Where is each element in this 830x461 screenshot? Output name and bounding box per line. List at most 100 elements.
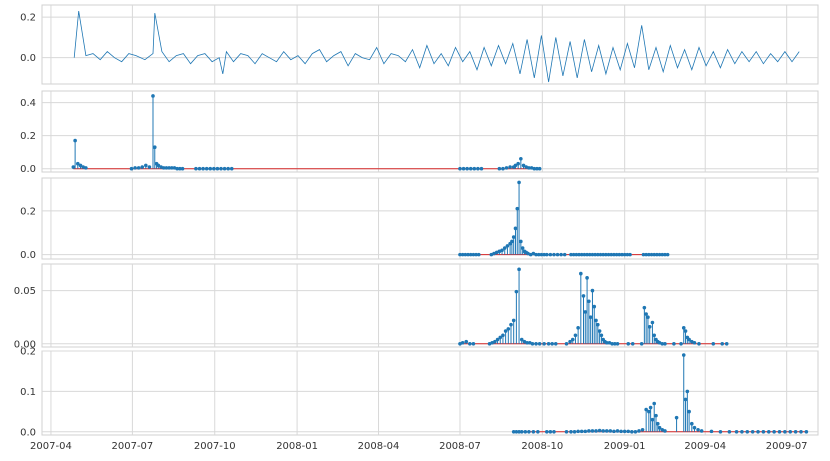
- panel-5: 0.0 0.1 0.2: [20, 347, 819, 438]
- stem-marker: [681, 353, 686, 357]
- panel-3: 0.0 0.2: [20, 177, 819, 261]
- panel-2: 0.0 0.2 0.4: [20, 90, 819, 175]
- stem-marker: [515, 206, 520, 211]
- stem-marker: [212, 166, 216, 171]
- stem-marker: [519, 239, 523, 244]
- x-tick-label: 2008-07: [439, 441, 481, 452]
- stem-marker: [689, 421, 694, 426]
- stem-marker: [460, 340, 465, 345]
- stem-marker: [545, 429, 549, 434]
- stem-marker: [514, 289, 519, 294]
- stem-marker: [545, 252, 549, 257]
- stem-marker: [692, 425, 697, 430]
- stem-marker: [652, 401, 657, 406]
- x-tick-label: 2008-01: [276, 441, 318, 452]
- stem-marker: [509, 322, 513, 327]
- stem-marker: [711, 342, 716, 346]
- stem-marker: [583, 310, 588, 314]
- stem-marker: [604, 429, 609, 433]
- stem-marker: [559, 252, 563, 257]
- y-tick-label: 0.0: [20, 427, 36, 438]
- stem-marker: [679, 342, 683, 346]
- stem-marker: [799, 429, 803, 434]
- stem-marker: [581, 294, 586, 298]
- stem-marker: [663, 429, 667, 433]
- stem-marker: [573, 333, 578, 338]
- stem-marker: [685, 389, 690, 394]
- stem-marker: [683, 329, 688, 333]
- stem-marker: [597, 329, 602, 333]
- stem-marker: [672, 342, 676, 346]
- stem-marker: [579, 429, 584, 434]
- stem-marker: [652, 333, 657, 338]
- stem-marker: [513, 226, 518, 231]
- stem-marker: [219, 166, 223, 171]
- stem-marker: [537, 342, 542, 346]
- figure: 0.00.20.00.20.40.00.20.000.050.00.10.220…: [14, 4, 819, 452]
- plot-area: [41, 90, 819, 173]
- stem-marker: [548, 252, 553, 257]
- stem-marker: [531, 429, 536, 434]
- stem-marker: [681, 326, 686, 330]
- stem-marker: [594, 318, 598, 323]
- stem-marker: [619, 429, 623, 434]
- stem-marker: [637, 429, 641, 433]
- stem-marker: [511, 235, 516, 239]
- stem-marker: [630, 429, 634, 434]
- stem-marker: [650, 320, 655, 325]
- stem-marker: [572, 429, 577, 434]
- stem-marker: [756, 429, 760, 434]
- stem-marker: [510, 239, 514, 244]
- stem-marker: [537, 166, 542, 171]
- stem-marker: [592, 304, 597, 309]
- stem-marker: [650, 417, 655, 422]
- stem-marker: [697, 342, 701, 346]
- stem-marker: [562, 252, 567, 257]
- stem-marker: [588, 315, 593, 320]
- stem-marker: [530, 342, 535, 346]
- stem-marker: [151, 94, 155, 98]
- stem-marker: [519, 156, 523, 161]
- stem-marker: [788, 429, 793, 434]
- stem-marker: [226, 166, 230, 171]
- y-tick-label: 0.4: [20, 98, 36, 109]
- stem-marker: [511, 318, 516, 323]
- stem-marker: [583, 429, 588, 434]
- stem-marker: [534, 342, 538, 346]
- stem-marker: [734, 429, 739, 434]
- stem-marker: [144, 163, 148, 168]
- stem-marker: [208, 166, 213, 171]
- stem-marker: [504, 166, 509, 170]
- stem-marker: [133, 166, 137, 170]
- stem-marker: [727, 429, 732, 434]
- stem-marker: [699, 429, 704, 433]
- stem-marker: [536, 429, 540, 434]
- panel-4: 0.000.05: [14, 263, 819, 350]
- stem-marker: [599, 333, 604, 338]
- stem-marker: [517, 267, 521, 272]
- stem-marker: [615, 429, 620, 433]
- y-tick-label: 0.0: [20, 250, 36, 261]
- stem-marker: [777, 429, 782, 434]
- stem-marker: [587, 429, 591, 433]
- stem-marker: [718, 429, 723, 434]
- stem-marker: [147, 165, 152, 169]
- stem-marker: [663, 342, 667, 346]
- stem-marker: [615, 342, 620, 346]
- stem-marker: [468, 342, 472, 346]
- y-tick-label: 0.1: [20, 387, 36, 398]
- stem-marker: [626, 342, 631, 346]
- stem-marker: [590, 288, 595, 293]
- x-tick-label: 2007-04: [30, 441, 72, 452]
- stem-marker: [750, 429, 755, 434]
- stem-marker: [612, 429, 616, 434]
- stem-marker: [215, 166, 220, 171]
- stem-marker: [523, 429, 528, 434]
- stem-marker: [229, 166, 234, 171]
- stem-marker: [585, 276, 589, 280]
- plot-area: [41, 350, 819, 436]
- stem-marker: [626, 429, 631, 434]
- stem-marker: [136, 166, 141, 170]
- x-tick-label: 2009-07: [766, 441, 808, 452]
- stem-marker: [587, 299, 591, 304]
